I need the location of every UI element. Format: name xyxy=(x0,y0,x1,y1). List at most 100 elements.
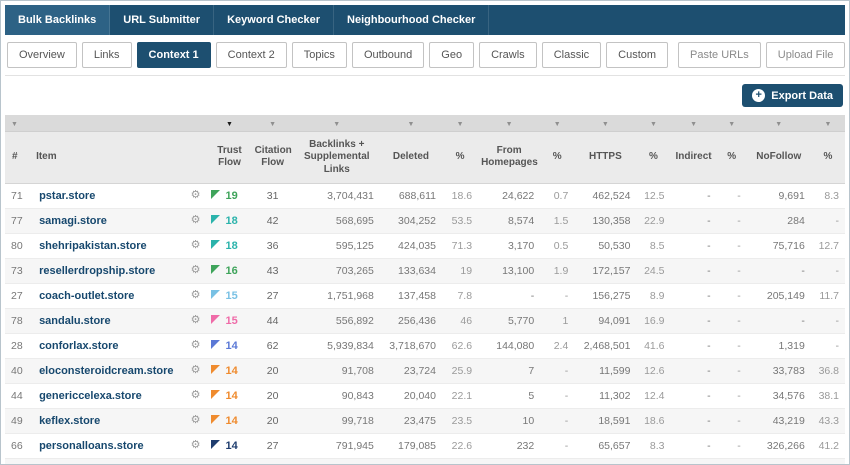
col-header-nofollow[interactable]: NoFollow xyxy=(747,131,811,184)
item-link[interactable]: samagi.store xyxy=(39,215,107,227)
cell-https_pct: 24.5 xyxy=(636,259,670,284)
row-settings-gear-icon[interactable]: ⚙ xyxy=(191,288,201,301)
sort-dropdown-backlinks[interactable]: ▼ xyxy=(294,115,380,131)
tab-overview[interactable]: Overview xyxy=(7,42,77,68)
row-settings-gear-icon[interactable]: ⚙ xyxy=(191,363,201,376)
backlinks-table: ▼▼▼▼▼▼▼▼▼▼▼▼▼▼ #ItemTrust FlowCitation F… xyxy=(5,115,845,465)
row-settings-gear-icon[interactable]: ⚙ xyxy=(191,413,201,426)
row-settings-gear-icon[interactable]: ⚙ xyxy=(191,213,201,226)
cell-cf: 20 xyxy=(252,359,294,384)
item-link[interactable]: genericcelexa.store xyxy=(39,390,142,402)
sort-arrow-icon: ▼ xyxy=(11,121,18,128)
row-settings-gear-icon[interactable]: ⚙ xyxy=(191,438,201,451)
sort-dropdown-from_homepages_pct[interactable]: ▼ xyxy=(540,115,574,131)
col-header-num[interactable]: # xyxy=(5,131,33,184)
cell-indirect: - xyxy=(671,309,717,334)
item-link[interactable]: resellerdropship.store xyxy=(39,265,155,277)
sort-arrow-icon: ▼ xyxy=(226,121,233,128)
sort-dropdown-deleted_pct[interactable]: ▼ xyxy=(442,115,478,131)
col-header-indirect_pct[interactable]: % xyxy=(717,131,747,184)
table-row: 77samagi.store⚙1842568,695304,25253.58,5… xyxy=(5,209,845,234)
sort-arrow-icon: ▼ xyxy=(824,121,831,128)
cell-from_homepages_pct: 0.5 xyxy=(540,234,574,259)
cell-trust-flow: 14 xyxy=(207,359,251,384)
sort-dropdown-deleted[interactable]: ▼ xyxy=(380,115,442,131)
cell-backlinks: 91,708 xyxy=(294,359,380,384)
cell-from_homepages_pct: - xyxy=(540,284,574,309)
cell-deleted_pct: 22.1 xyxy=(442,384,478,409)
tab-context-2[interactable]: Context 2 xyxy=(216,42,287,68)
cell-cf: 43 xyxy=(252,259,294,284)
item-link[interactable]: keflex.store xyxy=(39,415,100,427)
cell-nofollow: 43,219 xyxy=(747,409,811,434)
sort-dropdown-from_homepages[interactable]: ▼ xyxy=(478,115,540,131)
col-header-from_homepages_pct[interactable]: % xyxy=(540,131,574,184)
paste-urls-button[interactable]: Paste URLs xyxy=(678,42,761,68)
row-settings-gear-icon[interactable]: ⚙ xyxy=(191,388,201,401)
tab-topics[interactable]: Topics xyxy=(292,42,347,68)
cell-deleted: 304,252 xyxy=(380,209,442,234)
col-header-from_homepages[interactable]: From Homepages xyxy=(478,131,540,184)
sort-dropdown-https[interactable]: ▼ xyxy=(574,115,636,131)
col-header-cf[interactable]: Citation Flow xyxy=(252,131,294,184)
tab-geo[interactable]: Geo xyxy=(429,42,474,68)
trust-flow-value: 14 xyxy=(225,340,237,352)
cell-indirect_pct: - xyxy=(717,459,747,465)
topnav-item-keyword-checker[interactable]: Keyword Checker xyxy=(214,5,334,35)
col-header-https_pct[interactable]: % xyxy=(636,131,670,184)
sort-dropdown-num[interactable]: ▼ xyxy=(5,115,33,131)
item-link[interactable]: coach-outlet.store xyxy=(39,290,134,302)
tab-crawls[interactable]: Crawls xyxy=(479,42,537,68)
sort-dropdown-nofollow_pct[interactable]: ▼ xyxy=(811,115,845,131)
cell-from_homepages: 5 xyxy=(478,459,540,465)
tab-classic[interactable]: Classic xyxy=(542,42,601,68)
col-header-indirect[interactable]: Indirect xyxy=(671,131,717,184)
sort-dropdown-indirect_pct[interactable]: ▼ xyxy=(717,115,747,131)
col-header-tf[interactable]: Trust Flow xyxy=(207,131,251,184)
sort-dropdown-indirect[interactable]: ▼ xyxy=(671,115,717,131)
sort-arrow-icon: ▼ xyxy=(554,121,561,128)
topnav-item-neighbourhood-checker[interactable]: Neighbourhood Checker xyxy=(334,5,489,35)
col-header-nofollow_pct[interactable]: % xyxy=(811,131,845,184)
cell-item: samagi.store ⚙ xyxy=(33,209,207,234)
row-settings-gear-icon[interactable]: ⚙ xyxy=(191,238,201,251)
item-link[interactable]: personalloans.store xyxy=(39,440,144,452)
cell-nofollow: 284 xyxy=(747,209,811,234)
sort-arrow-icon: ▼ xyxy=(775,121,782,128)
cell-from_homepages_pct: - xyxy=(540,459,574,465)
col-header-item[interactable]: Item xyxy=(33,131,207,184)
sort-dropdown-https_pct[interactable]: ▼ xyxy=(636,115,670,131)
sort-dropdown-nofollow[interactable]: ▼ xyxy=(747,115,811,131)
item-link[interactable]: shehripakistan.store xyxy=(39,240,147,252)
col-header-https[interactable]: HTTPS xyxy=(574,131,636,184)
item-link[interactable]: sandalu.store xyxy=(39,315,111,327)
sort-dropdown-tf[interactable]: ▼ xyxy=(207,115,251,131)
row-settings-gear-icon[interactable]: ⚙ xyxy=(191,313,201,326)
cell-deleted: 133,634 xyxy=(380,259,442,284)
tab-outbound[interactable]: Outbound xyxy=(352,42,424,68)
topic-flag-icon xyxy=(211,290,220,299)
cell-trust-flow: 19 xyxy=(207,184,251,209)
row-settings-gear-icon[interactable]: ⚙ xyxy=(191,188,201,201)
topnav-item-bulk-backlinks[interactable]: Bulk Backlinks xyxy=(5,5,110,35)
row-settings-gear-icon[interactable]: ⚙ xyxy=(191,263,201,276)
export-data-button[interactable]: + Export Data xyxy=(742,84,843,107)
col-header-deleted_pct[interactable]: % xyxy=(442,131,478,184)
topnav-item-url-submitter[interactable]: URL Submitter xyxy=(110,5,214,35)
trust-flow-value: 14 xyxy=(225,415,237,427)
col-header-deleted[interactable]: Deleted xyxy=(380,131,442,184)
item-link[interactable]: pstar.store xyxy=(39,190,95,202)
upload-file-button[interactable]: Upload File xyxy=(766,42,846,68)
item-link[interactable]: eloconsteroidcream.store xyxy=(39,365,174,377)
sort-dropdown-cf[interactable]: ▼ xyxy=(252,115,294,131)
item-link[interactable]: conforlax.store xyxy=(39,340,118,352)
table-row: 78sandalu.store⚙1544556,892256,436465,77… xyxy=(5,309,845,334)
row-settings-gear-icon[interactable]: ⚙ xyxy=(191,338,201,351)
cell-backlinks: 99,718 xyxy=(294,409,380,434)
tab-links[interactable]: Links xyxy=(82,42,132,68)
cell-indirect_pct: - xyxy=(717,284,747,309)
cell-deleted: 688,611 xyxy=(380,184,442,209)
tab-context-1[interactable]: Context 1 xyxy=(137,42,211,68)
tab-custom[interactable]: Custom xyxy=(606,42,668,68)
col-header-backlinks[interactable]: Backlinks + Supplemental Links xyxy=(294,131,380,184)
